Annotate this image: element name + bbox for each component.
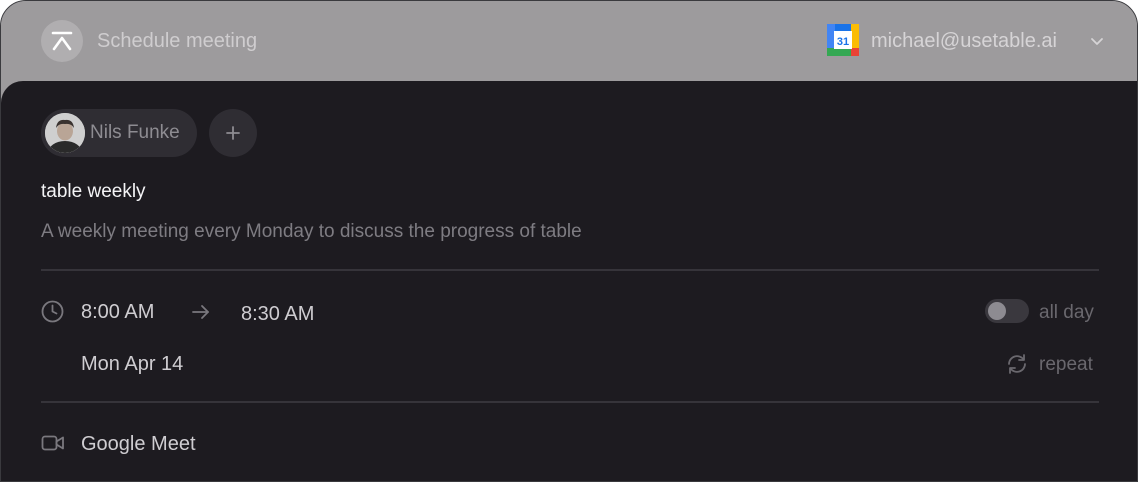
arrow-right-icon [191,303,211,326]
all-day-toggle[interactable] [985,299,1029,323]
chevron-down-icon[interactable] [1087,31,1107,51]
divider [41,269,1099,271]
google-calendar-icon: 31 [827,24,859,56]
toggle-knob [988,302,1006,320]
attendee-chip[interactable]: Nils Funke [41,109,197,157]
account-email[interactable]: michael@usetable.ai [871,30,1057,53]
calendar-day-number: 31 [837,36,849,48]
title-bar: Schedule meeting 31 michael@usetable.ai [1,1,1137,81]
conferencing-option[interactable]: Google Meet [81,433,196,456]
end-time-field[interactable]: 8:30 AM [241,303,314,326]
repeat-icon[interactable] [1005,352,1029,381]
event-title-input[interactable]: table weekly [41,181,146,203]
start-time-field[interactable]: 8:00 AM [81,301,154,324]
all-day-label: all day [1039,302,1094,323]
add-attendee-button[interactable] [209,109,257,157]
plus-icon [226,126,240,140]
window-title: Schedule meeting [97,30,258,52]
meeting-form-panel: Nils Funke table weekly A weekly meeting… [1,81,1137,481]
repeat-label[interactable]: repeat [1039,354,1093,376]
date-field[interactable]: Mon Apr 14 [81,353,183,376]
avatar [45,113,85,153]
attendee-name: Nils Funke [90,122,180,143]
video-camera-icon [41,433,65,458]
divider [41,401,1099,403]
clock-icon [41,300,64,328]
event-description-input[interactable]: A weekly meeting every Monday to discuss… [41,221,582,243]
schedule-meeting-window: Schedule meeting 31 michael@usetable.ai [0,0,1138,482]
app-logo-icon [41,20,83,62]
